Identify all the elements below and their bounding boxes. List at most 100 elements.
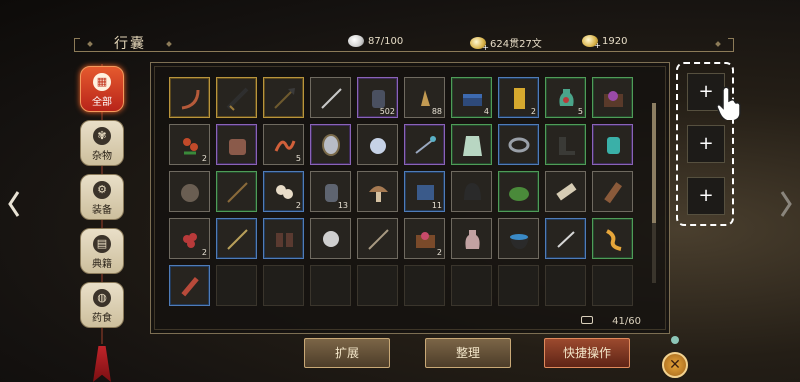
tab-food[interactable]: ◍ 药食 (80, 282, 124, 328)
saber-icon (226, 87, 249, 111)
tree-stump-icon (229, 139, 246, 155)
scroll-icon (556, 182, 577, 201)
inventory-slot[interactable] (592, 171, 633, 212)
quick-slot[interactable]: + (687, 177, 725, 215)
inventory-slot[interactable] (451, 171, 492, 212)
hairpin-icon (415, 136, 436, 154)
potion-icon (465, 230, 480, 249)
close-ornament (671, 336, 679, 344)
empty-slot[interactable] (357, 265, 398, 306)
mirror-icon (322, 134, 340, 156)
inventory-slot[interactable] (357, 218, 398, 259)
inventory-panel: 502 88 4 2 5 2 5 2 13 11 2 2 41/60 (150, 62, 670, 334)
inventory-slot[interactable]: 2 (263, 171, 304, 212)
tab-misc[interactable]: ✾ 杂物 (80, 120, 124, 166)
inventory-slot[interactable] (216, 218, 257, 259)
inventory-slot[interactable] (545, 171, 586, 212)
empty-slot[interactable] (216, 265, 257, 306)
bag-icon (581, 316, 593, 324)
tab-books[interactable]: ▤ 典籍 (80, 228, 124, 274)
ginseng-icon (606, 229, 622, 251)
close-button[interactable]: ✕ (662, 352, 688, 378)
next-arrow-icon[interactable] (780, 190, 792, 218)
inventory-slot[interactable]: 11 (404, 171, 445, 212)
item-quantity: 4 (483, 107, 489, 116)
inventory-slot[interactable]: 88 (404, 77, 445, 118)
inventory-slot[interactable]: 502 (357, 77, 398, 118)
tab-label: 药食 (92, 313, 112, 324)
category-tabs: ▦ 全部 ✾ 杂物 ⚙ 装备 ▤ 典籍 ◍ 药食 (76, 64, 128, 382)
tab-label: 全部 (92, 97, 112, 108)
inventory-slot[interactable] (216, 124, 257, 165)
inventory-slot[interactable] (310, 124, 351, 165)
empty-slot[interactable] (404, 265, 445, 306)
inventory-slot[interactable] (498, 218, 539, 259)
helmet-icon (464, 183, 481, 200)
worm-icon (274, 140, 296, 152)
berries-icon (183, 233, 197, 248)
empty-slot[interactable] (545, 265, 586, 306)
equipment-icon: ⚙ (93, 181, 111, 199)
inventory-slot[interactable] (216, 171, 257, 212)
inventory-slot[interactable]: 2 (169, 218, 210, 259)
inventory-slot[interactable] (310, 218, 351, 259)
inventory-slot[interactable] (592, 218, 633, 259)
inventory-slot[interactable] (498, 171, 539, 212)
inventory-slot[interactable] (357, 124, 398, 165)
gem-box-icon (604, 91, 623, 107)
inventory-slot[interactable] (498, 124, 539, 165)
tab-all[interactable]: ▦ 全部 (80, 66, 124, 112)
page-title: 行囊 (114, 36, 146, 52)
orb-icon (323, 231, 339, 247)
staff-icon (227, 182, 248, 203)
empty-slot[interactable] (592, 265, 633, 306)
quick-slot[interactable]: + (687, 125, 725, 163)
quick-action-button[interactable]: 快捷操作 (544, 338, 630, 368)
inventory-slot[interactable] (169, 171, 210, 212)
coin-value: 624贯27文 (490, 39, 542, 50)
empty-slot[interactable] (451, 265, 492, 306)
pointer-hand-icon (716, 86, 741, 120)
inventory-slot[interactable]: 2 (169, 124, 210, 165)
inventory-slot[interactable] (592, 124, 633, 165)
inventory-slot[interactable]: 13 (310, 171, 351, 212)
inventory-slot[interactable]: 2 (404, 218, 445, 259)
inventory-slot[interactable] (216, 77, 257, 118)
prev-arrow-icon[interactable] (8, 190, 20, 218)
expand-button[interactable]: 扩展 (304, 338, 390, 368)
inventory-slot[interactable]: 5 (545, 77, 586, 118)
silver-resource: 87/100 (348, 35, 403, 47)
empty-slot[interactable] (263, 265, 304, 306)
inventory-slot[interactable] (263, 218, 304, 259)
item-quantity: 2 (201, 154, 207, 163)
jewel-box-icon (416, 232, 435, 248)
inventory-slot[interactable] (169, 265, 210, 306)
tassel-ornament (93, 346, 111, 382)
gauntlets-icon (276, 233, 293, 247)
inventory-slot[interactable] (451, 124, 492, 165)
inventory-slot[interactable] (169, 77, 210, 118)
scrollbar[interactable] (652, 103, 656, 283)
fan-icon: ✾ (93, 127, 111, 145)
item-quantity: 2 (530, 107, 536, 116)
gold-tablet-icon (514, 88, 525, 109)
inventory-slot[interactable] (545, 124, 586, 165)
inventory-slot[interactable] (545, 218, 586, 259)
sort-button[interactable]: 整理 (425, 338, 511, 368)
inventory-slot[interactable] (404, 124, 445, 165)
inventory-slot[interactable] (263, 77, 304, 118)
inventory-slot[interactable] (451, 218, 492, 259)
buns-icon (276, 185, 293, 199)
empty-slot[interactable] (310, 265, 351, 306)
inventory-slot[interactable]: 4 (451, 77, 492, 118)
inventory-slot[interactable] (357, 171, 398, 212)
sword-icon (321, 88, 342, 109)
inventory-slot[interactable]: 2 (498, 77, 539, 118)
empty-slot[interactable] (498, 265, 539, 306)
scrollbar-thumb[interactable] (652, 103, 656, 223)
glaive-icon (274, 88, 295, 109)
inventory-slot[interactable]: 5 (263, 124, 304, 165)
inventory-slot[interactable] (592, 77, 633, 118)
inventory-slot[interactable] (310, 77, 351, 118)
tab-equipment[interactable]: ⚙ 装备 (80, 174, 124, 220)
